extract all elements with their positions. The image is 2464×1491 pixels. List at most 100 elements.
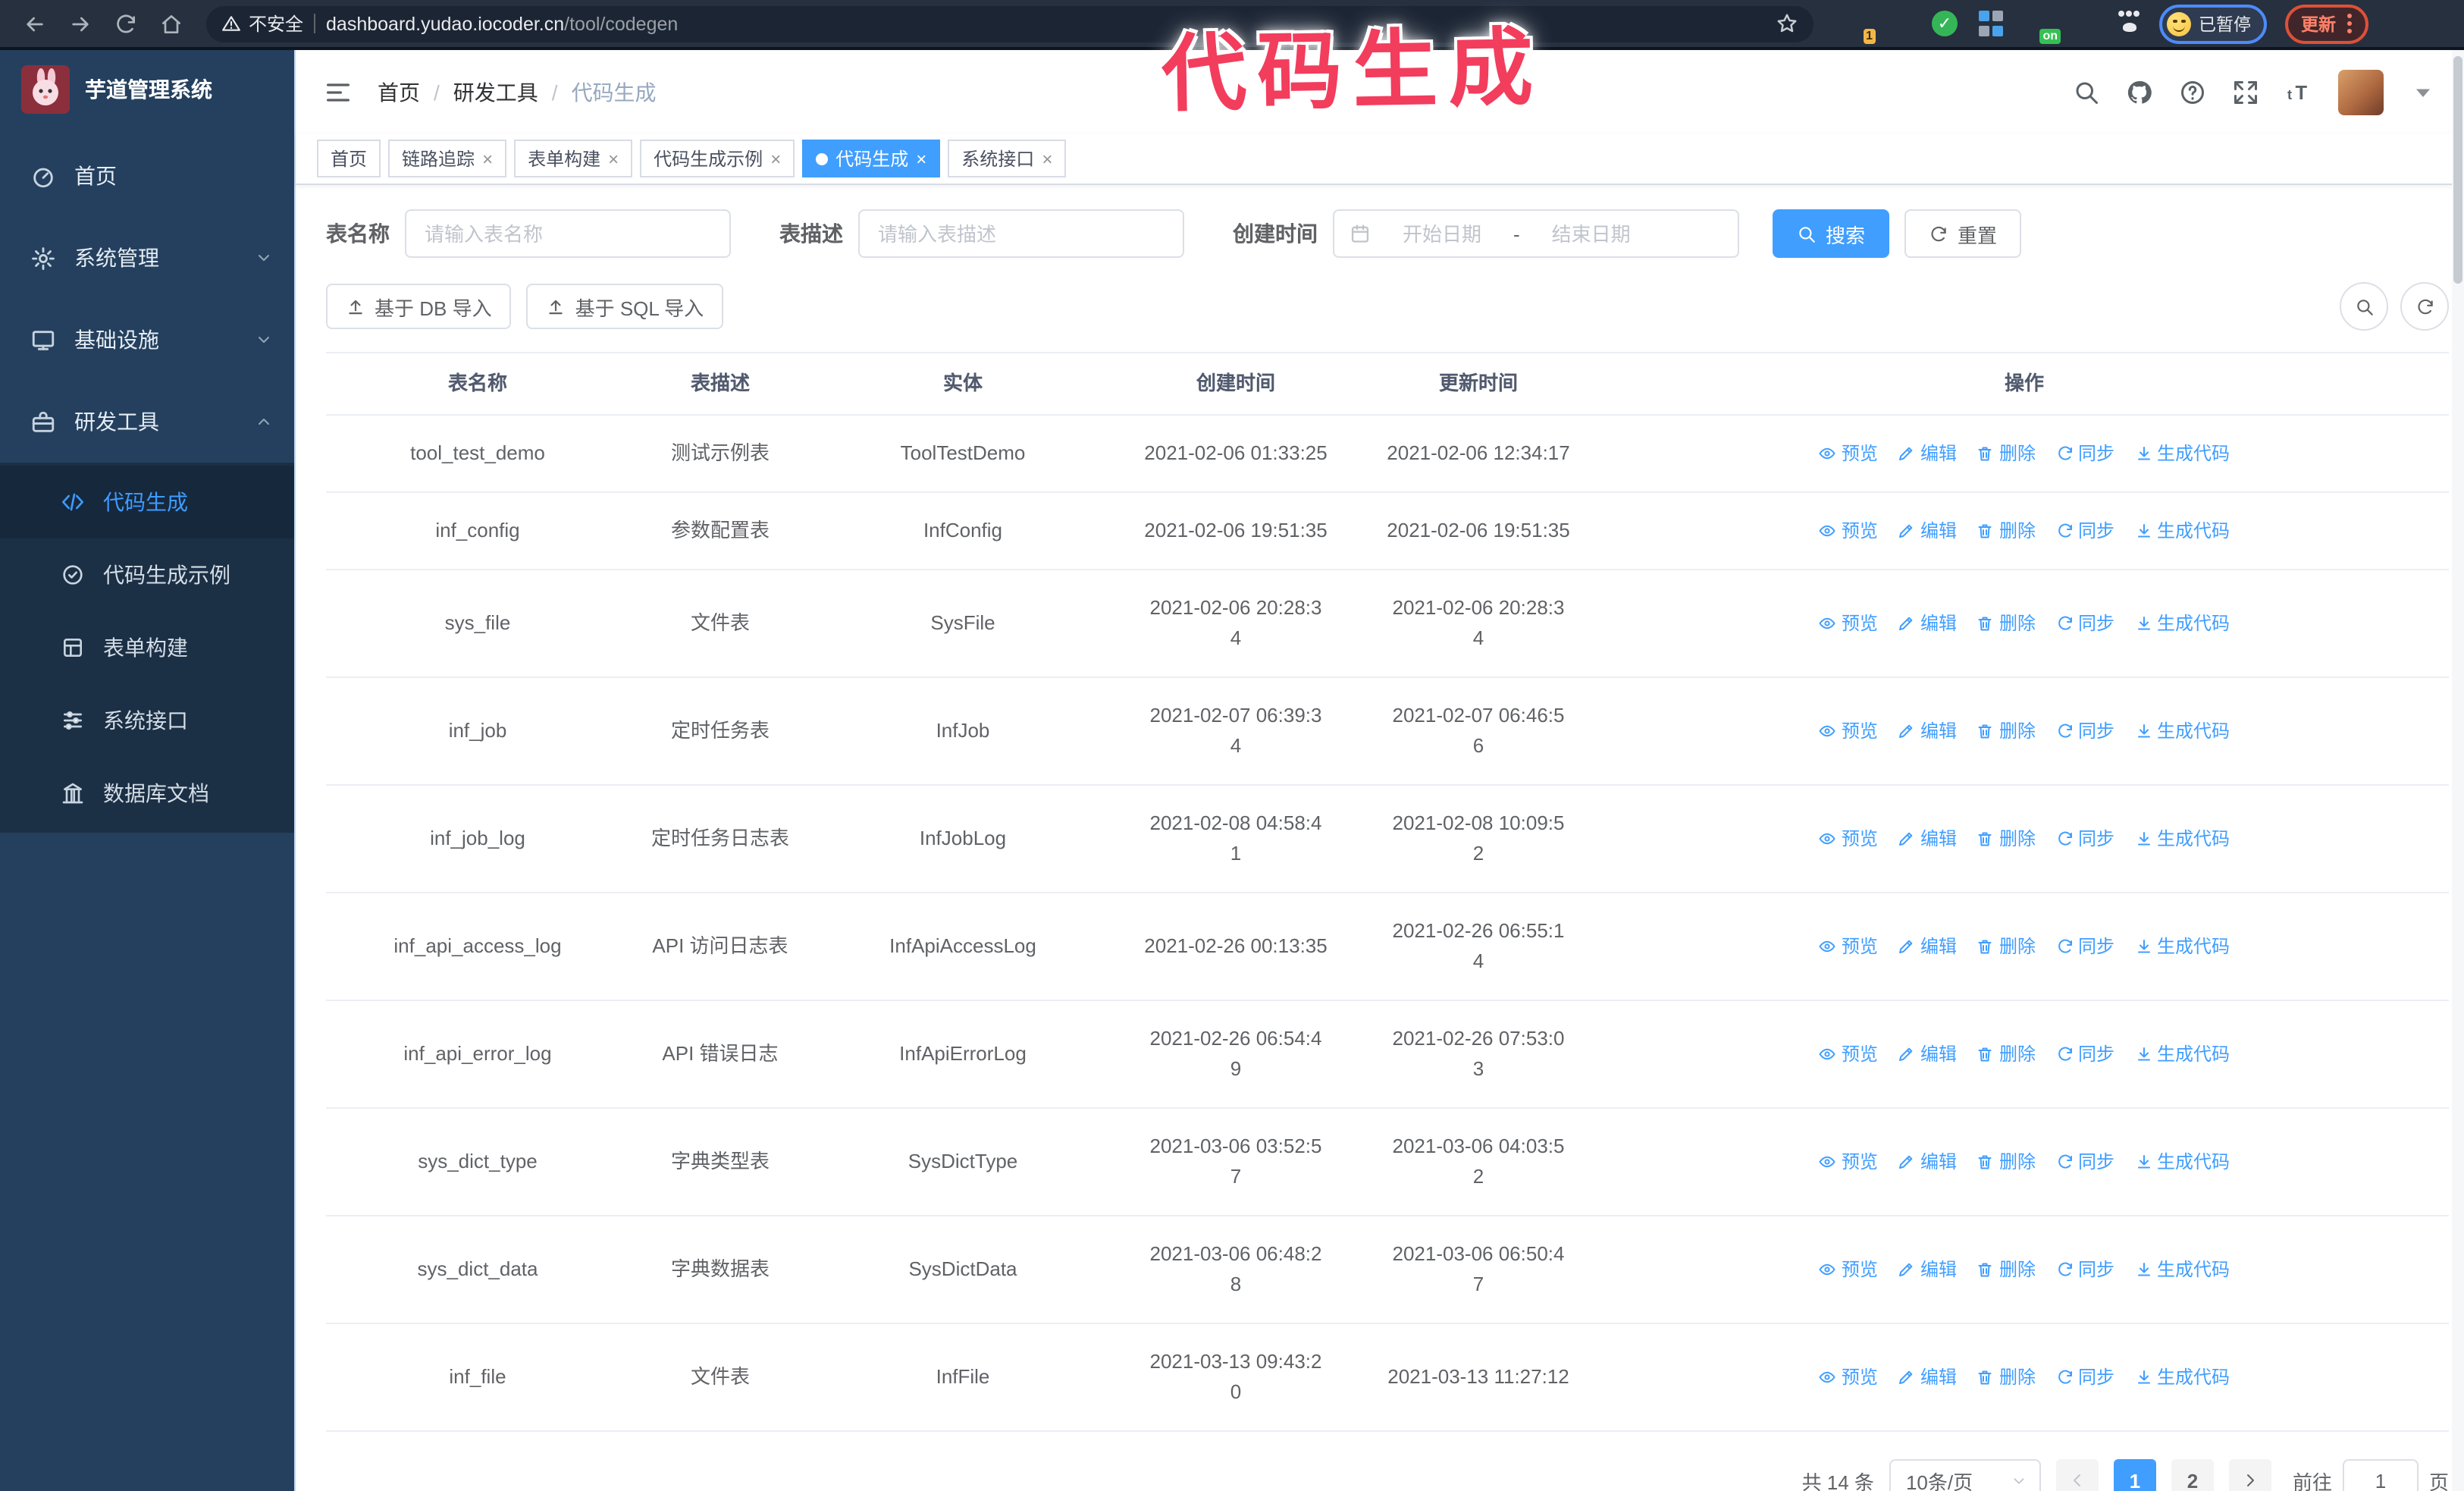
action-generate-link[interactable]: 生成代码 bbox=[2134, 1254, 2230, 1285]
action-preview-link[interactable]: 预览 bbox=[1819, 1039, 1878, 1069]
action-edit-link[interactable]: 编辑 bbox=[1898, 438, 1957, 469]
action-preview-link[interactable]: 预览 bbox=[1819, 516, 1878, 546]
breadcrumb-item-0[interactable]: 首页 bbox=[378, 77, 420, 107]
sidebar-subitem-3-2[interactable]: 表单构建 bbox=[0, 611, 294, 684]
browser-back-button[interactable] bbox=[15, 4, 55, 43]
close-icon[interactable]: × bbox=[770, 149, 781, 168]
action-delete-link[interactable]: 删除 bbox=[1977, 824, 2036, 854]
action-edit-link[interactable]: 编辑 bbox=[1898, 824, 1957, 854]
action-sync-link[interactable]: 同步 bbox=[2055, 1254, 2114, 1285]
tab-5[interactable]: 系统接口 × bbox=[948, 140, 1067, 177]
scrollbar-thumb[interactable] bbox=[2453, 56, 2462, 284]
breadcrumb-item-1[interactable]: 研发工具 bbox=[453, 77, 538, 107]
action-edit-link[interactable]: 编辑 bbox=[1898, 931, 1957, 962]
reset-button[interactable]: 重置 bbox=[1904, 209, 2022, 258]
page-number-1[interactable]: 1 bbox=[2113, 1459, 2156, 1491]
import-sql-button[interactable]: 基于 SQL 导入 bbox=[526, 284, 724, 329]
bookmark-star-icon[interactable] bbox=[1776, 12, 1798, 35]
security-badge[interactable]: 不安全 bbox=[221, 11, 303, 36]
action-sync-link[interactable]: 同步 bbox=[2055, 1362, 2114, 1392]
action-edit-link[interactable]: 编辑 bbox=[1898, 516, 1957, 546]
action-sync-link[interactable]: 同步 bbox=[2055, 931, 2114, 962]
action-sync-link[interactable]: 同步 bbox=[2055, 1039, 2114, 1069]
action-delete-link[interactable]: 删除 bbox=[1977, 931, 2036, 962]
action-preview-link[interactable]: 预览 bbox=[1819, 931, 1878, 962]
action-delete-link[interactable]: 删除 bbox=[1977, 1039, 2036, 1069]
sidebar-subitem-3-4[interactable]: 数据库文档 bbox=[0, 757, 294, 830]
window-scrollbar[interactable] bbox=[2452, 50, 2464, 1491]
action-edit-link[interactable]: 编辑 bbox=[1898, 1254, 1957, 1285]
action-delete-link[interactable]: 删除 bbox=[1977, 438, 2036, 469]
sidebar-collapse-icon[interactable] bbox=[323, 77, 353, 107]
action-generate-link[interactable]: 生成代码 bbox=[2134, 931, 2230, 962]
extension-icon-grid[interactable] bbox=[1977, 8, 2008, 39]
user-avatar[interactable] bbox=[2338, 69, 2384, 115]
close-icon[interactable]: × bbox=[916, 149, 926, 168]
sidebar-item-0[interactable]: 首页 bbox=[0, 135, 294, 217]
action-sync-link[interactable]: 同步 bbox=[2055, 438, 2114, 469]
action-generate-link[interactable]: 生成代码 bbox=[2134, 516, 2230, 546]
action-edit-link[interactable]: 编辑 bbox=[1898, 716, 1957, 746]
tab-4[interactable]: 代码生成 × bbox=[802, 140, 941, 177]
action-delete-link[interactable]: 删除 bbox=[1977, 716, 2036, 746]
action-sync-link[interactable]: 同步 bbox=[2055, 608, 2114, 639]
close-icon[interactable]: × bbox=[1042, 149, 1052, 168]
extension-icon-gem[interactable] bbox=[1886, 10, 1914, 37]
toggle-search-button[interactable] bbox=[2340, 282, 2388, 331]
action-generate-link[interactable]: 生成代码 bbox=[2134, 824, 2230, 854]
action-preview-link[interactable]: 预览 bbox=[1819, 824, 1878, 854]
action-preview-link[interactable]: 预览 bbox=[1819, 1147, 1878, 1177]
date-range-picker[interactable]: - bbox=[1333, 209, 1739, 258]
browser-home-button[interactable] bbox=[152, 4, 191, 43]
action-preview-link[interactable]: 预览 bbox=[1819, 1254, 1878, 1285]
goto-page-input[interactable] bbox=[2342, 1459, 2419, 1491]
action-edit-link[interactable]: 编辑 bbox=[1898, 1362, 1957, 1392]
search-icon[interactable] bbox=[2073, 78, 2100, 105]
tab-3[interactable]: 代码生成示例 × bbox=[640, 140, 795, 177]
action-delete-link[interactable]: 删除 bbox=[1977, 1362, 2036, 1392]
tab-0[interactable]: 首页 bbox=[317, 140, 381, 177]
sidebar-subitem-3-0[interactable]: 代码生成 bbox=[0, 466, 294, 538]
sidebar-subitem-3-3[interactable]: 系统接口 bbox=[0, 684, 294, 757]
action-edit-link[interactable]: 编辑 bbox=[1898, 1147, 1957, 1177]
search-button[interactable]: 搜索 bbox=[1773, 209, 1890, 258]
extension-icon-green-pin[interactable] bbox=[2071, 10, 2099, 37]
import-db-button[interactable]: 基于 DB 导入 bbox=[326, 284, 512, 329]
page-size-select[interactable]: 10条/页 bbox=[1889, 1459, 2041, 1491]
table-desc-input[interactable] bbox=[858, 209, 1184, 258]
fullscreen-icon[interactable] bbox=[2232, 78, 2259, 105]
action-delete-link[interactable]: 删除 bbox=[1977, 1254, 2036, 1285]
action-sync-link[interactable]: 同步 bbox=[2055, 1147, 2114, 1177]
action-generate-link[interactable]: 生成代码 bbox=[2134, 1039, 2230, 1069]
address-bar[interactable]: 不安全 dashboard.yudao.iocoder.cn/tool/code… bbox=[206, 5, 1814, 42]
browser-menu-icon[interactable] bbox=[2346, 14, 2351, 33]
help-icon[interactable] bbox=[2179, 78, 2206, 105]
github-icon[interactable] bbox=[2126, 78, 2153, 105]
browser-profile-chip[interactable]: 已暂停 bbox=[2159, 4, 2266, 43]
prev-page-button[interactable] bbox=[2055, 1459, 2099, 1491]
table-name-input[interactable] bbox=[405, 209, 731, 258]
action-generate-link[interactable]: 生成代码 bbox=[2134, 716, 2230, 746]
close-icon[interactable]: × bbox=[482, 149, 493, 168]
action-sync-link[interactable]: 同步 bbox=[2055, 516, 2114, 546]
action-sync-link[interactable]: 同步 bbox=[2055, 824, 2114, 854]
font-size-icon[interactable]: tT bbox=[2285, 78, 2312, 105]
date-end-input[interactable] bbox=[1531, 221, 1651, 246]
action-sync-link[interactable]: 同步 bbox=[2055, 716, 2114, 746]
date-start-input[interactable] bbox=[1383, 221, 1501, 246]
action-delete-link[interactable]: 删除 bbox=[1977, 608, 2036, 639]
action-edit-link[interactable]: 编辑 bbox=[1898, 1039, 1957, 1069]
extension-icon-orange[interactable]: 1 bbox=[1841, 10, 1876, 43]
sidebar-subitem-3-1[interactable]: 代码生成示例 bbox=[0, 538, 294, 611]
page-number-2[interactable]: 2 bbox=[2171, 1459, 2214, 1491]
action-generate-link[interactable]: 生成代码 bbox=[2134, 1362, 2230, 1392]
sidebar-logo-row[interactable]: 芋道管理系统 bbox=[0, 50, 294, 129]
action-preview-link[interactable]: 预览 bbox=[1819, 608, 1878, 639]
refresh-table-button[interactable] bbox=[2400, 282, 2449, 331]
action-edit-link[interactable]: 编辑 bbox=[1898, 608, 1957, 639]
action-delete-link[interactable]: 删除 bbox=[1977, 516, 2036, 546]
action-generate-link[interactable]: 生成代码 bbox=[2134, 608, 2230, 639]
sidebar-item-2[interactable]: 基础设施 bbox=[0, 299, 294, 381]
browser-reload-button[interactable] bbox=[106, 4, 146, 43]
action-preview-link[interactable]: 预览 bbox=[1819, 1362, 1878, 1392]
